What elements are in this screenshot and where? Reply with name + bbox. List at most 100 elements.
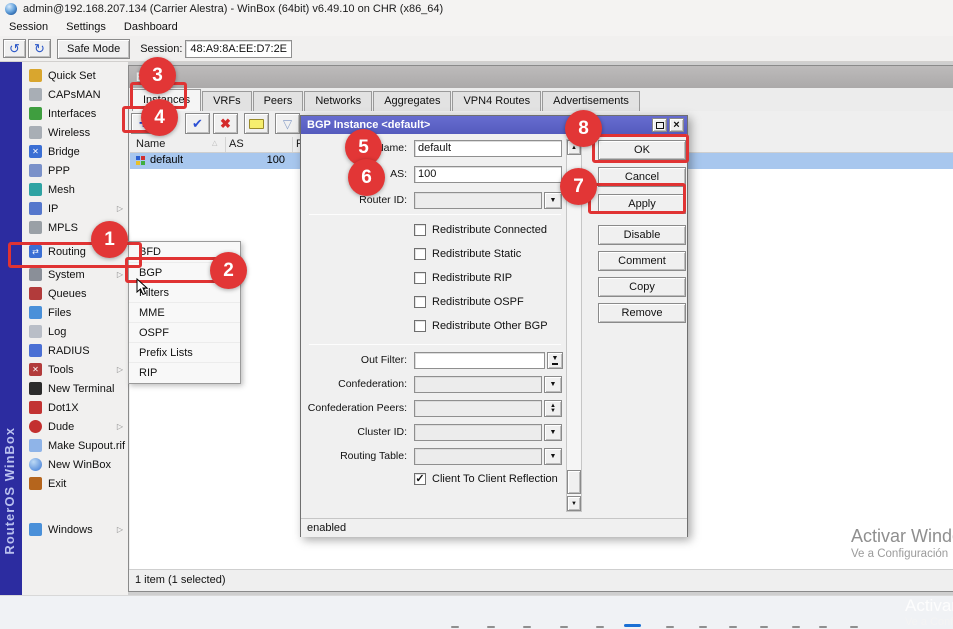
out-filter-field[interactable] (414, 352, 545, 369)
redistribute-ospf-checkbox[interactable] (414, 296, 426, 308)
sidebar-item-quick-set[interactable]: Quick Set (22, 66, 128, 85)
radius-icon (29, 344, 42, 357)
sidebar-item-make-supout[interactable]: Make Supout.rif (22, 436, 128, 455)
scroll-down-button[interactable]: ▼ (567, 496, 581, 511)
submenu-item-rip[interactable]: RIP (129, 362, 240, 382)
submenu-item-prefix-lists[interactable]: Prefix Lists (129, 342, 240, 362)
undo-button[interactable]: ↺ (3, 39, 26, 58)
scrollbar-thumb[interactable] (567, 470, 581, 494)
files-icon (29, 306, 42, 319)
routing-table-label: Routing Table: (340, 448, 407, 465)
submenu-item-mme[interactable]: MME (129, 302, 240, 322)
as-field[interactable]: 100 (414, 166, 562, 183)
capsman-icon (29, 88, 42, 101)
close-button[interactable]: × (669, 118, 684, 132)
sidebar-item-wireless[interactable]: Wireless (22, 123, 128, 142)
routing-table-dropdown[interactable]: ▼ (544, 448, 562, 465)
sidebar-item-queues[interactable]: Queues (22, 284, 128, 303)
sidebar-item-interfaces[interactable]: Interfaces (22, 104, 128, 123)
menu-session[interactable]: Session (0, 19, 57, 35)
sidebar-item-dot1x[interactable]: Dot1X (22, 398, 128, 417)
sidebar-item-files[interactable]: Files (22, 303, 128, 322)
step-circle-3: 3 (139, 57, 176, 94)
cluster-id-field[interactable] (414, 424, 542, 441)
tab-aggregates[interactable]: Aggregates (373, 91, 451, 111)
winbox-screen: admin@192.168.207.134 (Carrier Alestra) … (0, 0, 953, 629)
dot1x-icon (29, 401, 42, 414)
redistribute-other-bgp-label: Redistribute Other BGP (432, 319, 548, 333)
confederation-peers-field[interactable] (414, 400, 542, 417)
sidebar-item-log[interactable]: Log (22, 322, 128, 341)
active-app-indicator (624, 624, 641, 627)
sidebar-item-capsman[interactable]: CAPsMAN (22, 85, 128, 104)
system-icon (29, 268, 42, 281)
tab-vpn4-routes[interactable]: VPN4 Routes (452, 91, 541, 111)
disable-button[interactable]: ✖ (213, 113, 238, 134)
confederation-field[interactable] (414, 376, 542, 393)
sidebar-item-ppp[interactable]: PPP (22, 161, 128, 180)
check-icon: ✔ (192, 116, 203, 132)
out-filter-label: Out Filter: (361, 352, 407, 369)
client-reflection-checkbox[interactable]: ✓ (414, 473, 426, 485)
confederation-dropdown[interactable]: ▼ (544, 376, 562, 393)
maximize-button[interactable] (652, 118, 667, 132)
redistribute-connected-checkbox[interactable] (414, 224, 426, 236)
sidebar-item-bridge[interactable]: ✕Bridge (22, 142, 128, 161)
router-id-field[interactable] (414, 192, 542, 209)
comment-button[interactable] (244, 113, 269, 134)
sidebar-item-mesh[interactable]: Mesh (22, 180, 128, 199)
column-header-name[interactable]: Name (136, 138, 165, 150)
column-divider[interactable] (225, 137, 226, 152)
arrow-down-bar-icon: ▼ (552, 356, 559, 365)
copy-button[interactable]: Copy (598, 277, 686, 297)
redo-button[interactable]: ↻ (28, 39, 51, 58)
sidebar-item-exit[interactable]: Exit (22, 474, 128, 493)
maximize-icon (656, 122, 664, 129)
tab-peers[interactable]: Peers (253, 91, 304, 111)
sidebar-item-new-terminal[interactable]: New Terminal (22, 379, 128, 398)
column-divider[interactable] (292, 137, 293, 152)
redistribute-static-checkbox[interactable] (414, 248, 426, 260)
redistribute-rip-checkbox[interactable] (414, 272, 426, 284)
name-field[interactable]: default (414, 140, 562, 157)
sidebar-item-windows[interactable]: Windows▷ (22, 520, 128, 539)
chevron-down-icon: ▼ (550, 382, 557, 387)
tab-networks[interactable]: Networks (304, 91, 372, 111)
cluster-id-dropdown[interactable]: ▼ (544, 424, 562, 441)
redistribute-other-bgp-checkbox[interactable] (414, 320, 426, 332)
tab-vrfs[interactable]: VRFs (202, 91, 252, 111)
disable-instance-button[interactable]: Disable (598, 225, 686, 245)
supout-file-icon (29, 439, 42, 452)
wireless-icon (29, 126, 42, 139)
cluster-id-label: Cluster ID: (357, 424, 407, 441)
confederation-peers-stepper[interactable]: ▲▼ (544, 400, 562, 417)
remove-button[interactable]: Remove (598, 303, 686, 323)
instance-icon (136, 156, 145, 165)
out-filter-dropdown[interactable]: ▼ (547, 352, 563, 369)
column-header-as[interactable]: AS (229, 138, 244, 150)
session-field[interactable]: 48:A9:8A:EE:D7:2E (185, 40, 292, 58)
menu-bar: Session Settings Dashboard (0, 18, 953, 36)
queues-icon (29, 287, 42, 300)
menu-dashboard[interactable]: Dashboard (115, 19, 187, 35)
router-id-dropdown[interactable]: ▼ (544, 192, 562, 209)
filter-button[interactable]: ▽ (275, 113, 300, 134)
funnel-icon: ▽ (283, 117, 292, 131)
routing-table-field[interactable] (414, 448, 542, 465)
sidebar-item-radius[interactable]: RADIUS (22, 341, 128, 360)
running-indicator (560, 626, 568, 628)
bgp-window-titlebar[interactable]: BGP (129, 66, 953, 88)
sidebar-item-dude[interactable]: Dude▷ (22, 417, 128, 436)
comment-instance-button[interactable]: Comment (598, 251, 686, 271)
running-indicator (666, 626, 674, 628)
running-indicator (487, 626, 495, 628)
tab-advertisements[interactable]: Advertisements (542, 91, 640, 111)
sidebar-item-ip[interactable]: IP▷ (22, 199, 128, 218)
safe-mode-button[interactable]: Safe Mode (57, 39, 130, 59)
enable-button[interactable]: ✔ (185, 113, 210, 134)
submenu-item-ospf[interactable]: OSPF (129, 322, 240, 342)
activate-windows-watermark-sub: Ve a Configuración (851, 548, 948, 560)
sidebar-item-new-winbox[interactable]: New WinBox (22, 455, 128, 474)
menu-settings[interactable]: Settings (57, 19, 115, 35)
sidebar-item-tools[interactable]: ✕Tools▷ (22, 360, 128, 379)
